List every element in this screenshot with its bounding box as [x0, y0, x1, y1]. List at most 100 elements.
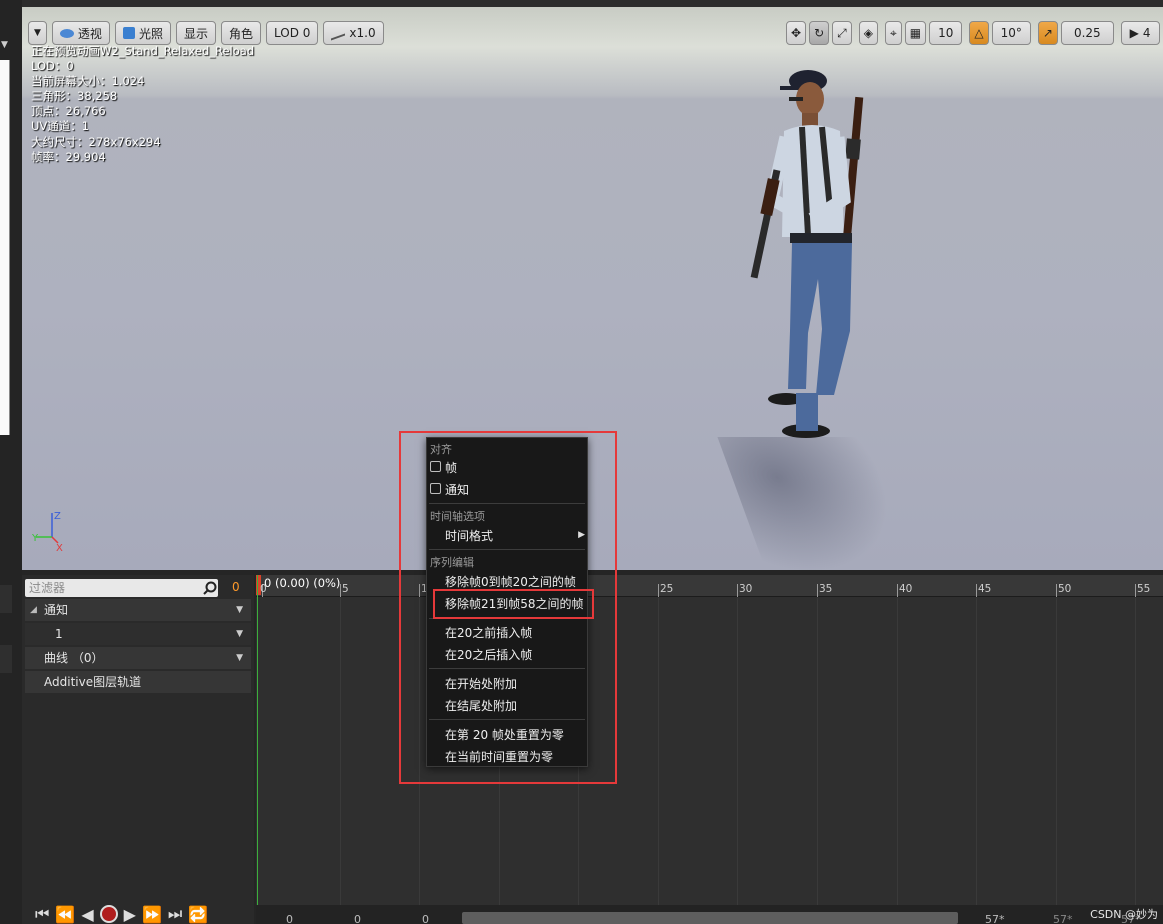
loop-icon[interactable]: 🔁: [188, 905, 208, 924]
viewport-toolbar-left: ▼ 透视 光照 显示 角色 LOD 0 x1.0: [28, 21, 384, 45]
lighting-button[interactable]: 光照: [114, 21, 171, 45]
step-back-icon[interactable]: ⏪: [55, 905, 75, 924]
snap-icon: ⌖: [889, 25, 897, 40]
tick-label: 5: [342, 583, 349, 595]
gizmo-y-label: Y: [32, 533, 39, 544]
playback-speed-button[interactable]: x1.0: [323, 21, 384, 45]
perspective-icon: [59, 28, 74, 38]
character-mesh: [750, 70, 864, 438]
highlight-box-item: [433, 589, 594, 619]
curves-track-label: 曲线 （0）: [44, 651, 104, 665]
tick-label: 0: [260, 583, 267, 595]
record-button[interactable]: [99, 905, 118, 923]
notify-subtrack-label: 1: [55, 627, 63, 641]
scale-snap-button[interactable]: ↗: [1037, 21, 1058, 45]
playhead-line: [257, 575, 258, 924]
range-start-value[interactable]: 0: [286, 913, 293, 924]
step-forward-icon[interactable]: ⏩: [142, 905, 162, 924]
left-tab[interactable]: [0, 585, 12, 613]
animation-editor: ▼ ▼ 透视 光照 显示 角色 LOD 0 x1.0 ✥ ↻ ⤢ ◈ ⌖ ▦ 1…: [0, 0, 1163, 924]
scale-snap-value[interactable]: 0.25: [1060, 21, 1114, 45]
scale-snap-value-label: 0.25: [1073, 26, 1101, 40]
notify-track[interactable]: ◢ 通知 ▼: [25, 599, 251, 621]
rotation-snap-value[interactable]: 10°: [991, 21, 1031, 45]
stats-framerate: 帧率：29.904: [31, 149, 106, 164]
scrub-bar-area: 0 0 0 57* 57* 57*: [256, 905, 1163, 924]
rotation-snap-button[interactable]: △: [969, 21, 989, 45]
perspective-button[interactable]: 透视: [51, 21, 110, 45]
view-end-value[interactable]: 57*: [1053, 913, 1073, 924]
lod-button[interactable]: LOD 0: [265, 21, 319, 45]
cube-icon: ◈: [863, 26, 873, 40]
viewport-stats: 正在预览动画W2_Stand_Relaxed_Reload LOD：0 当前屏幕…: [31, 44, 254, 165]
timeline-scrollbar[interactable]: [462, 912, 958, 924]
rotate-button[interactable]: ↻: [809, 21, 830, 45]
scale-snap-icon: ↗: [1042, 26, 1053, 40]
gizmo-x-label: X: [56, 543, 63, 552]
camera-speed-label: 4: [1142, 26, 1151, 40]
character-label: 角色: [228, 26, 253, 41]
playhead-label: 0 (0.00) (0%): [264, 576, 341, 590]
chevron-down-icon[interactable]: ▼: [236, 599, 243, 621]
camera-icon: ▶: [1129, 26, 1139, 40]
stats-approx-size: 大约尺寸：278x76x294: [31, 134, 161, 149]
world-local-button[interactable]: ◈: [858, 21, 878, 45]
axis-gizmo: Z Y X: [32, 511, 63, 552]
additive-track[interactable]: Additive图层轨道: [25, 671, 251, 693]
character-button[interactable]: 角色: [220, 21, 261, 45]
watermark: CSDN @妙为: [1090, 908, 1158, 921]
notify-track-label: 通知: [44, 603, 69, 617]
lod-label: LOD 0: [273, 26, 311, 40]
chevron-down-icon: ▼: [34, 28, 41, 38]
grid-icon: ▦: [909, 26, 922, 40]
stats-vertices: 顶点：26,766: [31, 104, 106, 119]
current-start-value[interactable]: 0: [422, 913, 429, 924]
viewport-toolbar-right: ✥ ↻ ⤢ ◈ ⌖ ▦ 10 △ 10° ↗ 0.25 ▶ 4: [786, 21, 1160, 45]
rotate-icon: ↻: [814, 26, 825, 40]
curves-track[interactable]: 曲线 （0） ▼: [25, 647, 251, 669]
gizmo-z-label: Z: [54, 511, 61, 522]
speed-label: x1.0: [349, 26, 376, 40]
view-start-value[interactable]: 0: [354, 913, 361, 924]
surface-snap-button[interactable]: ⌖: [884, 21, 902, 45]
show-label: 显示: [183, 26, 208, 41]
rotation-snap-value-label: 10°: [1000, 26, 1022, 40]
perspective-label: 透视: [77, 26, 102, 41]
lit-cube-icon: [122, 27, 135, 39]
tick-label: 50: [1058, 583, 1072, 595]
play-reverse-icon[interactable]: ◀: [81, 905, 93, 924]
scale-icon: ⤢: [837, 25, 847, 40]
character-shadow: [717, 437, 917, 570]
tracks-panel: 过滤器 0 ◢ 通知 ▼ 1 ▼ 曲线 （0） ▼ Additive图层轨道 ⏮…: [22, 575, 254, 924]
search-icon[interactable]: [202, 580, 218, 596]
scale-button[interactable]: ⤢: [832, 21, 852, 45]
camera-speed-button[interactable]: ▶ 4: [1120, 21, 1160, 45]
tick-label: 25: [660, 583, 674, 595]
current-end-value[interactable]: 57*: [985, 913, 1005, 924]
stats-preview-animation: 正在预览动画W2_Stand_Relaxed_Reload: [31, 44, 255, 58]
show-button[interactable]: 显示: [175, 21, 216, 45]
expand-arrow-icon[interactable]: ◢: [30, 599, 37, 621]
additive-track-label: Additive图层轨道: [44, 675, 142, 689]
top-border: [0, 0, 1163, 7]
stats-uv-channels: UV通道：1: [31, 119, 90, 134]
grid-snap-value[interactable]: 10: [929, 21, 963, 45]
tick-label: 40: [899, 583, 913, 595]
grid-snap-value-label: 10: [938, 26, 954, 40]
filter-input[interactable]: 过滤器: [25, 579, 218, 597]
notify-subtrack[interactable]: 1 ▼: [25, 623, 251, 645]
tick-label: 35: [819, 583, 833, 595]
skip-to-start-icon[interactable]: ⏮: [35, 904, 49, 924]
grid-snap-button[interactable]: ▦: [904, 21, 927, 45]
collapse-arrow-icon[interactable]: ▼: [1, 40, 8, 50]
chevron-down-icon[interactable]: ▼: [236, 623, 243, 645]
translate-button[interactable]: ✥: [786, 21, 807, 45]
chevron-down-icon[interactable]: ▼: [236, 647, 243, 669]
skip-to-end-icon[interactable]: ⏭: [168, 904, 182, 924]
left-tab[interactable]: [0, 645, 12, 673]
timeline-track-area[interactable]: 0 (0.00) (0%) 0 5 1 25 30 35 40 45 50 55: [256, 575, 1163, 924]
play-icon[interactable]: ▶: [124, 905, 136, 924]
timeline-ruler[interactable]: 0 (0.00) (0%) 0 5 1 25 30 35 40 45 50 55: [256, 575, 1163, 597]
viewport-options-button[interactable]: ▼: [28, 21, 47, 45]
speed-icon: [331, 25, 346, 41]
